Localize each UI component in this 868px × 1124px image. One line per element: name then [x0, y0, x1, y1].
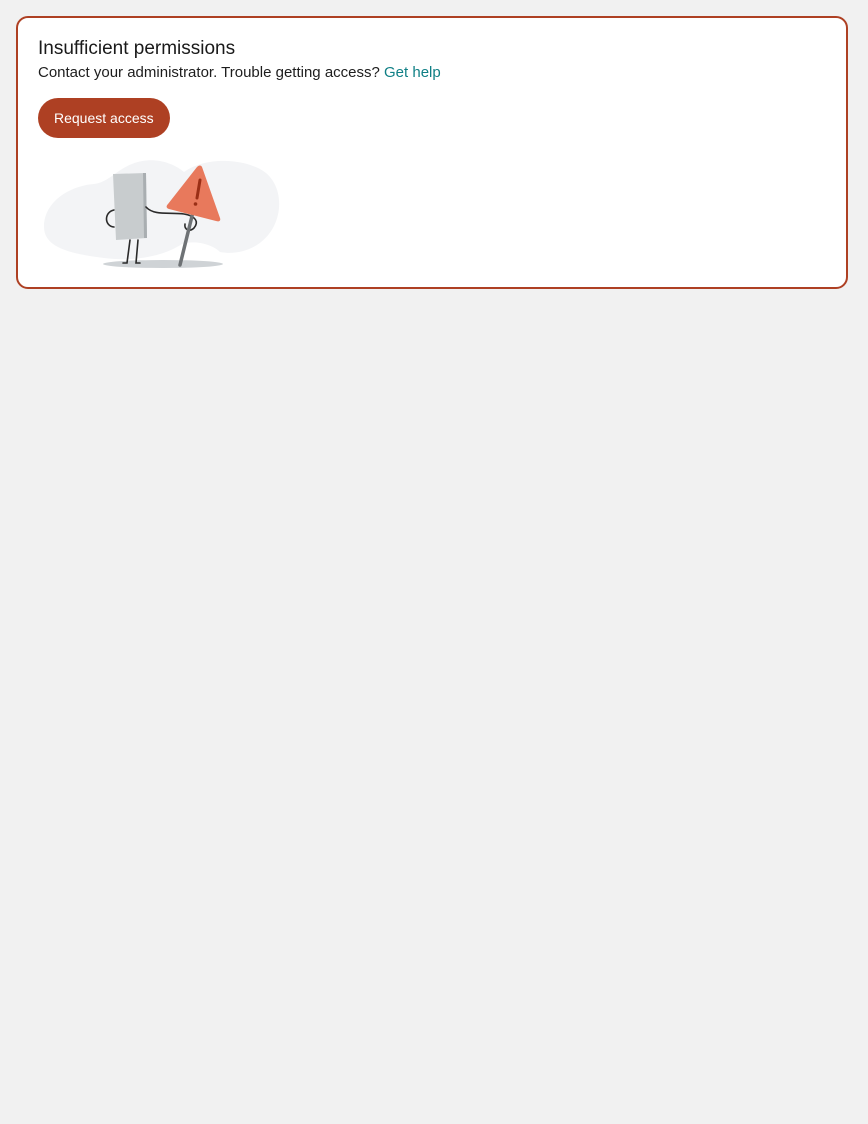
message-text: Contact your administrator. Trouble gett…: [38, 64, 380, 81]
request-access-button[interactable]: Request access: [38, 98, 170, 138]
insufficient-permissions-card: Insufficient permissions Contact your ad…: [16, 16, 848, 289]
card-message: Contact your administrator. Trouble gett…: [38, 63, 441, 83]
get-help-link[interactable]: Get help: [384, 64, 441, 81]
card-title: Insufficient permissions: [38, 38, 236, 59]
exclamation-dot: [193, 202, 198, 206]
ground-shadow: [103, 260, 223, 268]
cloud-background-shape: [44, 160, 280, 260]
warning-sign-illustration: [44, 160, 280, 268]
character-body: [113, 173, 147, 240]
